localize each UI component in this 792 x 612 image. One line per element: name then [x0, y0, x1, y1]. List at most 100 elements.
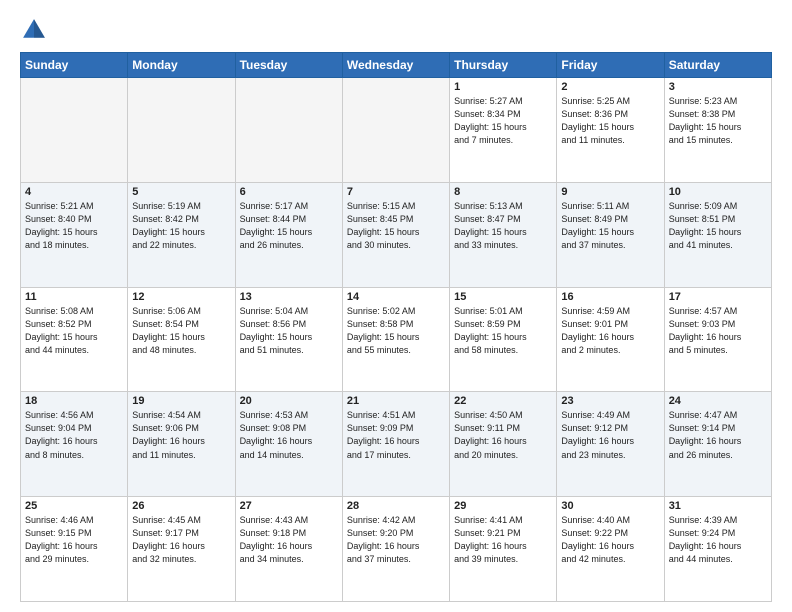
- calendar-cell: 2 Sunrise: 5:25 AM Sunset: 8:36 PM Daylig…: [557, 78, 664, 183]
- calendar-cell: 26Sunrise: 4:45 AM Sunset: 9:17 PM Dayli…: [128, 497, 235, 602]
- day-number: 19: [132, 395, 230, 407]
- calendar-cell: 19 Sunrise: 4:54 AM Sunset: 9:06 PM Dayli…: [128, 392, 235, 497]
- calendar-cell: 22 Sunrise: 4:50 AM Sunset: 9:11 PM Dayli…: [450, 392, 557, 497]
- day-info: Sunrise: 4:42 AM Sunset: 9:20 PM Dayligh…: [347, 514, 445, 566]
- day-number: 21: [347, 395, 445, 407]
- day-info: Sunrise: 4:53 AM Sunset: 9:08 PM Dayligh…: [240, 409, 338, 461]
- day-number: 11: [25, 291, 123, 303]
- day-info: Sunrise: 5:25 AM Sunset: 8:36 PM Dayligh…: [561, 95, 659, 147]
- day-info: Sunrise: 5:21 AM Sunset: 8:40 PM Dayligh…: [25, 200, 123, 252]
- weekday-header: Sunday: [21, 53, 128, 78]
- calendar-cell: 9 Sunrise: 5:11 AM Sunset: 8:49 PM Daylig…: [557, 182, 664, 287]
- calendar-cell: 20Sunrise: 4:53 AM Sunset: 9:08 PM Dayli…: [235, 392, 342, 497]
- calendar-cell: 14 Sunrise: 5:02 AM Sunset: 8:58 PM Dayli…: [342, 287, 449, 392]
- day-number: 12: [132, 291, 230, 303]
- day-info: Sunrise: 4:49 AM Sunset: 9:12 PM Dayligh…: [561, 409, 659, 461]
- day-info: Sunrise: 4:57 AM Sunset: 9:03 PM Dayligh…: [669, 305, 767, 357]
- calendar-header-row: SundayMondayTuesdayWednesdayThursdayFrid…: [21, 53, 772, 78]
- calendar-week-row: 25 Sunrise: 4:46 AM Sunset: 9:15 PM Dayli…: [21, 497, 772, 602]
- day-number: 10: [669, 186, 767, 198]
- day-info: Sunrise: 5:04 AM Sunset: 8:56 PM Dayligh…: [240, 305, 338, 357]
- day-number: 27: [240, 500, 338, 512]
- day-number: 31: [669, 500, 767, 512]
- weekday-header: Monday: [128, 53, 235, 78]
- day-number: 22: [454, 395, 552, 407]
- day-number: 23: [561, 395, 659, 407]
- day-number: 24: [669, 395, 767, 407]
- day-info: Sunrise: 4:59 AM Sunset: 9:01 PM Dayligh…: [561, 305, 659, 357]
- calendar-cell: 23 Sunrise: 4:49 AM Sunset: 9:12 PM Dayli…: [557, 392, 664, 497]
- day-info: Sunrise: 5:09 AM Sunset: 8:51 PM Dayligh…: [669, 200, 767, 252]
- calendar-cell: 10 Sunrise: 5:09 AM Sunset: 8:51 PM Dayli…: [664, 182, 771, 287]
- day-number: 9: [561, 186, 659, 198]
- day-number: 16: [561, 291, 659, 303]
- day-info: Sunrise: 4:40 AM Sunset: 9:22 PM Dayligh…: [561, 514, 659, 566]
- day-info: Sunrise: 4:47 AM Sunset: 9:14 PM Dayligh…: [669, 409, 767, 461]
- day-number: 1: [454, 81, 552, 93]
- day-number: 30: [561, 500, 659, 512]
- weekday-header: Friday: [557, 53, 664, 78]
- calendar-table: SundayMondayTuesdayWednesdayThursdayFrid…: [20, 52, 772, 602]
- day-number: 18: [25, 395, 123, 407]
- day-number: 14: [347, 291, 445, 303]
- calendar-cell: 25 Sunrise: 4:46 AM Sunset: 9:15 PM Dayli…: [21, 497, 128, 602]
- calendar-cell: 5Sunrise: 5:19 AM Sunset: 8:42 PM Daylig…: [128, 182, 235, 287]
- calendar-cell: [21, 78, 128, 183]
- weekday-header: Tuesday: [235, 53, 342, 78]
- day-info: Sunrise: 5:19 AM Sunset: 8:42 PM Dayligh…: [132, 200, 230, 252]
- day-number: 2: [561, 81, 659, 93]
- calendar-cell: 12 Sunrise: 5:06 AM Sunset: 8:54 PM Dayli…: [128, 287, 235, 392]
- day-info: Sunrise: 4:54 AM Sunset: 9:06 PM Dayligh…: [132, 409, 230, 461]
- weekday-header: Saturday: [664, 53, 771, 78]
- calendar-cell: 17Sunrise: 4:57 AM Sunset: 9:03 PM Dayli…: [664, 287, 771, 392]
- logo-icon: [20, 16, 48, 44]
- calendar-week-row: 11 Sunrise: 5:08 AM Sunset: 8:52 PM Dayli…: [21, 287, 772, 392]
- day-number: 26: [132, 500, 230, 512]
- calendar-cell: 11 Sunrise: 5:08 AM Sunset: 8:52 PM Dayli…: [21, 287, 128, 392]
- day-info: Sunrise: 5:02 AM Sunset: 8:58 PM Dayligh…: [347, 305, 445, 357]
- day-info: Sunrise: 5:06 AM Sunset: 8:54 PM Dayligh…: [132, 305, 230, 357]
- day-info: Sunrise: 5:17 AM Sunset: 8:44 PM Dayligh…: [240, 200, 338, 252]
- calendar-cell: 21 Sunrise: 4:51 AM Sunset: 9:09 PM Dayli…: [342, 392, 449, 497]
- calendar-cell: 30 Sunrise: 4:40 AM Sunset: 9:22 PM Dayli…: [557, 497, 664, 602]
- day-info: Sunrise: 5:08 AM Sunset: 8:52 PM Dayligh…: [25, 305, 123, 357]
- day-info: Sunrise: 4:46 AM Sunset: 9:15 PM Dayligh…: [25, 514, 123, 566]
- calendar-cell: 1 Sunrise: 5:27 AM Sunset: 8:34 PM Daylig…: [450, 78, 557, 183]
- day-number: 4: [25, 186, 123, 198]
- calendar-cell: 24 Sunrise: 4:47 AM Sunset: 9:14 PM Dayli…: [664, 392, 771, 497]
- calendar-cell: 16 Sunrise: 4:59 AM Sunset: 9:01 PM Dayli…: [557, 287, 664, 392]
- calendar-cell: 7Sunrise: 5:15 AM Sunset: 8:45 PM Daylig…: [342, 182, 449, 287]
- day-info: Sunrise: 5:13 AM Sunset: 8:47 PM Dayligh…: [454, 200, 552, 252]
- calendar-cell: [342, 78, 449, 183]
- day-info: Sunrise: 4:41 AM Sunset: 9:21 PM Dayligh…: [454, 514, 552, 566]
- day-number: 7: [347, 186, 445, 198]
- page: SundayMondayTuesdayWednesdayThursdayFrid…: [0, 0, 792, 612]
- day-info: Sunrise: 5:01 AM Sunset: 8:59 PM Dayligh…: [454, 305, 552, 357]
- day-number: 13: [240, 291, 338, 303]
- day-info: Sunrise: 4:43 AM Sunset: 9:18 PM Dayligh…: [240, 514, 338, 566]
- day-info: Sunrise: 4:39 AM Sunset: 9:24 PM Dayligh…: [669, 514, 767, 566]
- header: [20, 16, 772, 44]
- day-number: 28: [347, 500, 445, 512]
- calendar-week-row: 4 Sunrise: 5:21 AM Sunset: 8:40 PM Daylig…: [21, 182, 772, 287]
- day-info: Sunrise: 4:50 AM Sunset: 9:11 PM Dayligh…: [454, 409, 552, 461]
- day-info: Sunrise: 5:11 AM Sunset: 8:49 PM Dayligh…: [561, 200, 659, 252]
- calendar-cell: 6Sunrise: 5:17 AM Sunset: 8:44 PM Daylig…: [235, 182, 342, 287]
- day-number: 25: [25, 500, 123, 512]
- day-number: 15: [454, 291, 552, 303]
- day-number: 3: [669, 81, 767, 93]
- calendar-cell: 31 Sunrise: 4:39 AM Sunset: 9:24 PM Dayli…: [664, 497, 771, 602]
- calendar-cell: 28 Sunrise: 4:42 AM Sunset: 9:20 PM Dayli…: [342, 497, 449, 602]
- calendar-cell: [128, 78, 235, 183]
- day-info: Sunrise: 5:27 AM Sunset: 8:34 PM Dayligh…: [454, 95, 552, 147]
- calendar-cell: 4 Sunrise: 5:21 AM Sunset: 8:40 PM Daylig…: [21, 182, 128, 287]
- day-info: Sunrise: 4:56 AM Sunset: 9:04 PM Dayligh…: [25, 409, 123, 461]
- day-info: Sunrise: 4:51 AM Sunset: 9:09 PM Dayligh…: [347, 409, 445, 461]
- calendar-week-row: 18 Sunrise: 4:56 AM Sunset: 9:04 PM Dayli…: [21, 392, 772, 497]
- calendar-cell: [235, 78, 342, 183]
- calendar-cell: 27 Sunrise: 4:43 AM Sunset: 9:18 PM Dayli…: [235, 497, 342, 602]
- calendar-cell: 13 Sunrise: 5:04 AM Sunset: 8:56 PM Dayli…: [235, 287, 342, 392]
- calendar-cell: 8Sunrise: 5:13 AM Sunset: 8:47 PM Daylig…: [450, 182, 557, 287]
- calendar-cell: 3Sunrise: 5:23 AM Sunset: 8:38 PM Daylig…: [664, 78, 771, 183]
- calendar-cell: 15 Sunrise: 5:01 AM Sunset: 8:59 PM Dayli…: [450, 287, 557, 392]
